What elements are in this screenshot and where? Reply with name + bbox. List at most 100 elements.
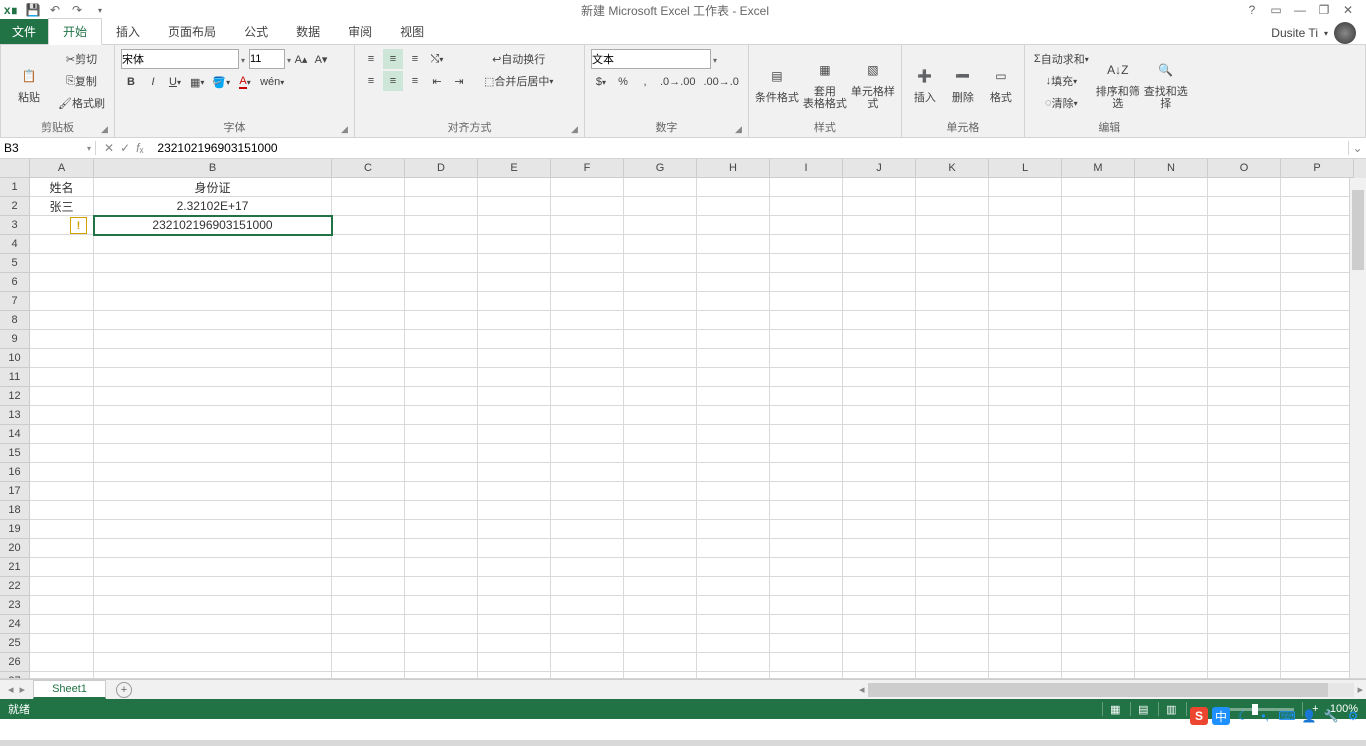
cell[interactable] xyxy=(624,425,697,444)
scroll-thumb[interactable] xyxy=(1352,190,1364,270)
page-layout-view-icon[interactable]: ▤ xyxy=(1130,702,1150,716)
cell[interactable] xyxy=(94,672,332,679)
column-header[interactable]: P xyxy=(1281,159,1354,178)
cell[interactable] xyxy=(332,577,405,596)
new-sheet-button[interactable]: + xyxy=(116,682,132,698)
cell[interactable] xyxy=(551,520,624,539)
cell[interactable] xyxy=(624,482,697,501)
row-header[interactable]: 10 xyxy=(0,349,30,368)
row-header[interactable]: 2 xyxy=(0,197,30,216)
cell[interactable] xyxy=(1281,577,1354,596)
cell[interactable] xyxy=(478,672,551,679)
number-format-dropdown-icon[interactable] xyxy=(711,52,717,66)
cell[interactable] xyxy=(1208,615,1281,634)
cell[interactable] xyxy=(551,387,624,406)
cell[interactable] xyxy=(1208,596,1281,615)
row-header[interactable]: 1 xyxy=(0,178,30,197)
cell[interactable] xyxy=(551,615,624,634)
redo-icon[interactable]: ↷ xyxy=(68,1,86,19)
cell[interactable] xyxy=(916,615,989,634)
ime-punct-icon[interactable]: •, xyxy=(1256,707,1274,725)
cell[interactable] xyxy=(624,178,697,197)
cell[interactable] xyxy=(624,634,697,653)
cell[interactable] xyxy=(843,596,916,615)
italic-button[interactable]: I xyxy=(143,72,163,92)
user-account[interactable]: Dusite Ti ▾ xyxy=(1271,22,1366,44)
cell[interactable] xyxy=(405,672,478,679)
cell[interactable] xyxy=(1062,672,1135,679)
cell[interactable] xyxy=(843,558,916,577)
cell[interactable] xyxy=(1281,672,1354,679)
border-button[interactable]: ▦▾ xyxy=(187,72,207,92)
cell[interactable] xyxy=(697,235,770,254)
cell[interactable] xyxy=(405,520,478,539)
row-header[interactable]: 14 xyxy=(0,425,30,444)
cell[interactable] xyxy=(697,463,770,482)
cell[interactable] xyxy=(624,520,697,539)
cell[interactable] xyxy=(1281,520,1354,539)
cell[interactable] xyxy=(770,634,843,653)
cell[interactable] xyxy=(624,539,697,558)
underline-button[interactable]: U▾ xyxy=(165,72,185,92)
cell[interactable] xyxy=(770,216,843,235)
cell[interactable] xyxy=(1281,615,1354,634)
cell[interactable] xyxy=(332,425,405,444)
cell[interactable] xyxy=(624,216,697,235)
cell[interactable] xyxy=(843,425,916,444)
cell[interactable] xyxy=(1135,311,1208,330)
row-header[interactable]: 6 xyxy=(0,273,30,292)
cell[interactable] xyxy=(916,558,989,577)
tab-page-layout[interactable]: 页面布局 xyxy=(154,19,230,44)
cell[interactable] xyxy=(916,216,989,235)
cell[interactable] xyxy=(916,501,989,520)
cell[interactable] xyxy=(332,615,405,634)
comma-format-button[interactable]: , xyxy=(635,72,655,92)
sheet-nav-prev-icon[interactable]: ◂ xyxy=(8,683,14,696)
decrease-decimal-button[interactable]: .00→.0 xyxy=(700,72,741,92)
cell[interactable] xyxy=(697,672,770,679)
cell[interactable] xyxy=(551,444,624,463)
maximize-icon[interactable]: ❐ xyxy=(1314,3,1334,17)
font-name-select[interactable] xyxy=(121,49,239,69)
cell[interactable] xyxy=(916,672,989,679)
cell[interactable] xyxy=(30,349,94,368)
cell[interactable] xyxy=(1135,235,1208,254)
paste-button[interactable]: 📋 粘贴 xyxy=(7,49,51,115)
cell[interactable] xyxy=(332,482,405,501)
format-as-table-button[interactable]: ▦套用 表格格式 xyxy=(803,49,847,115)
cell[interactable] xyxy=(1062,596,1135,615)
cell[interactable] xyxy=(624,444,697,463)
column-header[interactable]: M xyxy=(1062,159,1135,178)
cell[interactable] xyxy=(697,482,770,501)
cell[interactable] xyxy=(697,178,770,197)
cell[interactable] xyxy=(332,178,405,197)
cell[interactable] xyxy=(989,349,1062,368)
cell[interactable] xyxy=(770,558,843,577)
cell[interactable] xyxy=(332,653,405,672)
cell[interactable] xyxy=(916,463,989,482)
cell[interactable] xyxy=(989,615,1062,634)
cell[interactable] xyxy=(332,273,405,292)
cell[interactable] xyxy=(697,387,770,406)
cell[interactable] xyxy=(1208,482,1281,501)
cell[interactable] xyxy=(1208,216,1281,235)
column-header[interactable]: F xyxy=(551,159,624,178)
cell[interactable] xyxy=(405,254,478,273)
cell[interactable] xyxy=(989,235,1062,254)
column-header[interactable]: N xyxy=(1135,159,1208,178)
cell[interactable] xyxy=(332,292,405,311)
cell[interactable] xyxy=(1135,425,1208,444)
cell[interactable] xyxy=(94,501,332,520)
cell[interactable] xyxy=(94,387,332,406)
cell[interactable] xyxy=(1062,216,1135,235)
row-header[interactable]: 15 xyxy=(0,444,30,463)
cell[interactable] xyxy=(1135,558,1208,577)
cell[interactable] xyxy=(332,254,405,273)
cell[interactable] xyxy=(843,653,916,672)
cell[interactable] xyxy=(1208,539,1281,558)
column-header[interactable]: E xyxy=(478,159,551,178)
fill-button[interactable]: ↓ 填充 ▾ xyxy=(1031,71,1092,91)
cell[interactable] xyxy=(1281,406,1354,425)
scroll-right-icon[interactable]: ▸ xyxy=(1354,683,1366,696)
cell[interactable] xyxy=(1208,672,1281,679)
